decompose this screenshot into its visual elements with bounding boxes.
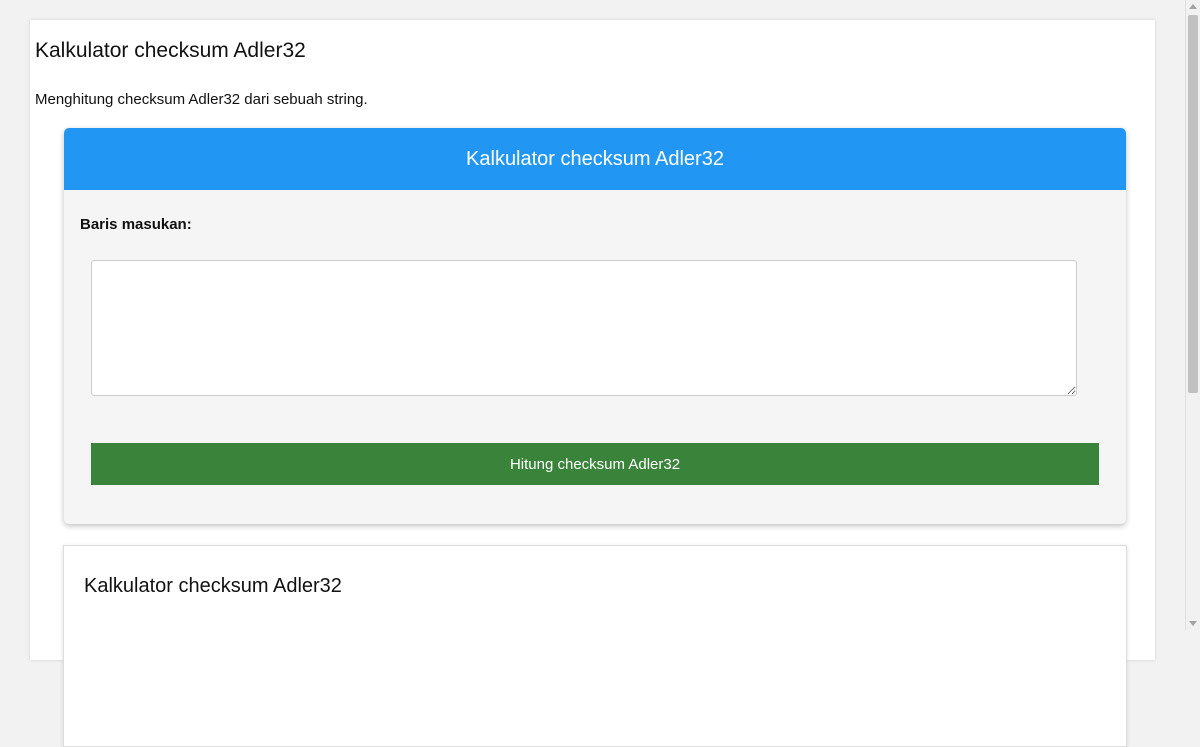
- scroll-thumb[interactable]: [1188, 15, 1198, 393]
- scroll-down-arrow-icon[interactable]: [1189, 621, 1197, 626]
- page-container: Kalkulator checksum Adler32 Menghitung c…: [30, 20, 1155, 747]
- input-string-textarea[interactable]: [91, 260, 1077, 396]
- page-description: Menghitung checksum Adler32 dari sebuah …: [35, 91, 368, 108]
- info-title: Kalkulator checksum Adler32: [84, 575, 342, 597]
- page-title: Kalkulator checksum Adler32: [35, 39, 306, 62]
- input-label: Baris masukan:: [80, 216, 192, 233]
- calculator-card: Kalkulator checksum Adler32 Baris masuka…: [64, 128, 1126, 524]
- calculate-checksum-button[interactable]: Hitung checksum Adler32: [91, 443, 1099, 485]
- scroll-up-arrow-icon[interactable]: [1189, 4, 1197, 9]
- info-card: Kalkulator checksum Adler32: [63, 545, 1127, 747]
- calculator-header: Kalkulator checksum Adler32: [64, 128, 1126, 190]
- vertical-scrollbar[interactable]: [1185, 0, 1200, 630]
